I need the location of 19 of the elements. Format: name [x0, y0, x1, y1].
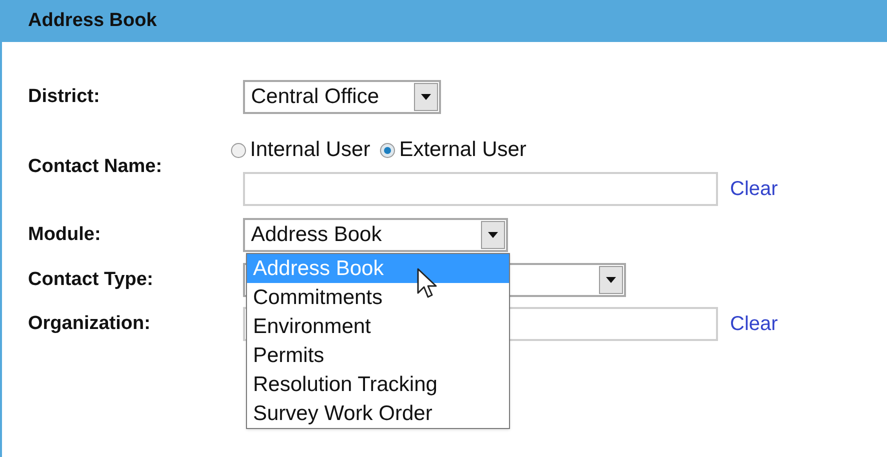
select-field[interactable]: Central Office [243, 80, 441, 114]
dropdown-option[interactable]: Survey Work Order [247, 399, 509, 428]
radio-button[interactable]: Internal User [231, 134, 370, 166]
field-label: District: [28, 84, 101, 109]
field-label: Contact Name: [28, 154, 164, 179]
dropdown-option[interactable]: Permits [247, 341, 509, 370]
dropdown-option[interactable]: Environment [247, 312, 509, 341]
clear-link[interactable]: Clear [730, 174, 778, 204]
field-label: Contact Type: [28, 268, 154, 292]
clear-link[interactable]: Clear [730, 309, 778, 339]
text-input-field[interactable] [243, 172, 718, 206]
radio-button[interactable]: External User [380, 134, 526, 166]
mouse-pointer-icon [417, 268, 439, 300]
dropdown-option[interactable]: Resolution Tracking [247, 370, 509, 399]
panel-title: Address Book [28, 8, 157, 33]
field-label: Module: [28, 222, 102, 247]
dropdown-option[interactable]: Commitments [247, 283, 509, 312]
field-label: Organization: [28, 312, 152, 336]
select-field[interactable]: Address Book [243, 218, 508, 252]
